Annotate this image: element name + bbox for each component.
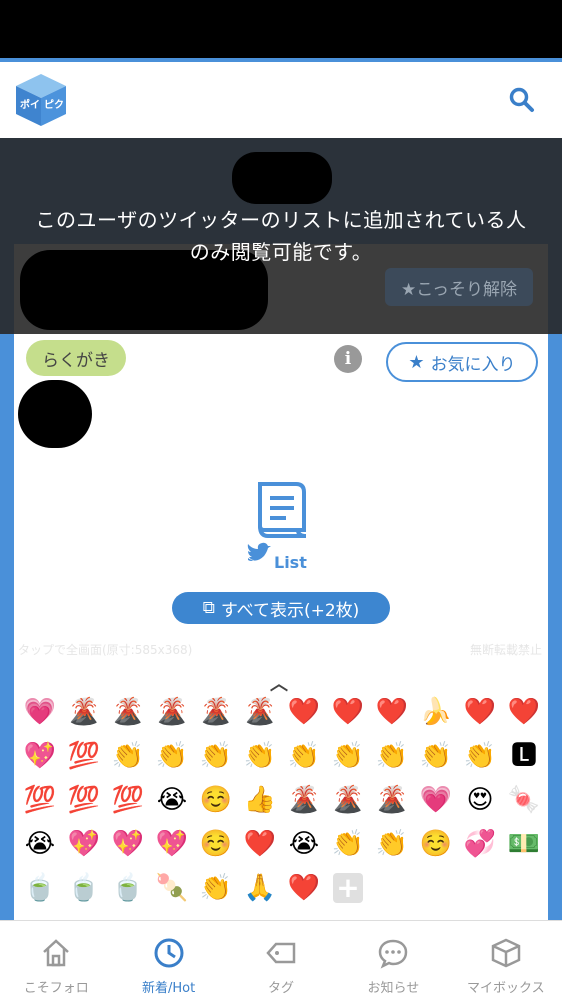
emoji-reaction: 👏 [155,741,189,771]
emoji-reaction: 💯 [23,785,57,815]
emoji-reaction: 💖 [67,829,101,859]
emoji-reaction: ☺️ [199,829,233,859]
chat-icon [379,939,408,969]
emoji-reaction: 🅻 [510,741,537,771]
no-repost-note: 無断転載禁止 [469,643,542,657]
emoji-reaction: 🌋 [199,697,233,727]
emoji-reaction: 💞 [463,829,497,859]
emoji-reaction-grid: 💗 🌋 🌋 🌋 🌋 🌋 ❤️ ❤️ ❤️ 🍌 ❤️ ❤️ 💖 💯 👏 👏 👏 👏 👏 👏 👏 👏 👏 🅻 💯 💯 💯 😭 ☺️ 👍 🌋 🌋 🌋 💗… [18,690,548,910]
svg-text:ポイ: ポイ [20,98,40,111]
emoji-reaction: 😭 [24,829,56,859]
emoji-reaction: 😭 [156,785,188,815]
twitter-list-icon[interactable]: List [246,480,316,575]
emoji-reaction: ☺️ [199,785,233,815]
nav-label: マイボックス [467,981,545,996]
info-icon[interactable]: i [334,345,362,373]
emoji-reaction: ❤️ [507,697,541,727]
emoji-reaction: 👏 [463,741,497,771]
emoji-reaction: 👏 [287,741,321,771]
emoji-reaction: 🌋 [243,697,277,727]
nav-notifications[interactable]: お知らせ [337,921,449,1000]
box-icon [491,938,521,968]
emoji-reaction: ❤️ [287,873,321,903]
emoji-reaction: 💖 [23,741,57,771]
emoji-reaction: 🌋 [155,697,189,727]
redacted-username-top [232,152,332,204]
restriction-message-line1: このユーザのツイッターのリストに追加されている人 [35,208,527,232]
poipiku-logo[interactable]: ポイ ピク [14,72,68,128]
emoji-reaction: 💗 [23,697,57,727]
emoji-reaction: 😭 [288,829,320,859]
show-all-label: すべて表示(+2枚) [220,600,360,621]
home-icon [43,939,70,967]
status-bar-redacted [0,0,562,62]
star-icon: ★ [408,351,425,373]
nav-label: こそフォロ [23,981,89,996]
tap-fullscreen-note: タップで全画面(原寸:585x368) [18,643,193,657]
emoji-reaction: 🍌 [419,697,453,727]
emoji-reaction: 👏 [331,741,365,771]
tag-icon [266,942,296,964]
emoji-reaction: 👏 [375,741,409,771]
emoji-reaction: 🌋 [331,785,365,815]
emoji-reaction: 🍬 [507,785,541,815]
favorite-button-label: お気に入り [430,354,516,375]
restriction-message: このユーザのツイッターのリストに追加されている人 のみ閲覧可能です。 [0,204,562,268]
emoji-reaction: 👍 [243,785,277,815]
nav-mybox[interactable]: マイボックス [450,921,562,1000]
app-header: ポイ ピク [0,62,562,138]
clock-icon [154,938,184,968]
emoji-reaction: 👏 [111,741,145,771]
svg-text:ピク: ピク [44,99,64,111]
emoji-reaction: ❤️ [331,697,365,727]
emoji-reaction: 💖 [111,829,145,859]
emoji-reaction: 💖 [155,829,189,859]
tag-rakugaki[interactable]: らくがき [26,340,126,376]
emoji-reaction: 💯 [111,785,145,815]
emoji-reaction: ❤️ [287,697,321,727]
show-all-button[interactable]: ⧉ すべて表示(+2枚) [172,592,390,624]
emoji-reaction: 💵 [507,829,541,859]
emoji-reaction: 🍵 [67,873,101,903]
emoji-reaction: ❤️ [375,697,409,727]
nav-label: 新着/Hot [142,981,196,996]
copy-icon: ⧉ [202,598,215,618]
emoji-reaction: 🌋 [375,785,409,815]
emoji-reaction: 👏 [375,829,409,859]
emoji-reaction: 🍡 [155,873,189,903]
sneak-unfollow-button[interactable]: ★こっそり解除 [385,268,533,306]
emoji-reaction: 🌋 [287,785,321,815]
emoji-reaction: 🙏 [243,873,277,903]
add-reaction-icon[interactable]: + [333,873,363,903]
emoji-reaction: 👏 [243,741,277,771]
redacted-description [18,380,92,448]
emoji-reaction: 👏 [331,829,365,859]
emoji-reaction: 👏 [199,741,233,771]
nav-kosofollow[interactable]: こそフォロ [0,921,112,1000]
emoji-reaction: ❤️ [463,697,497,727]
favorite-button[interactable]: ★ お気に入り [386,342,538,382]
emoji-reaction: ❤️ [243,829,277,859]
nav-new-hot[interactable]: 新着/Hot [112,921,224,1000]
restriction-message-line2: のみ閲覧可能です。 [189,240,373,264]
emoji-reaction: 👏 [419,741,453,771]
emoji-reaction: 🍵 [23,873,57,903]
nav-label: タグ [268,981,295,996]
emoji-reaction: 🍵 [111,873,145,903]
emoji-reaction: 💯 [67,785,101,815]
emoji-reaction: 🌋 [67,697,101,727]
nav-label: お知らせ [367,981,420,996]
emoji-reaction: 💯 [67,741,101,771]
emoji-reaction: 😍 [466,785,494,815]
emoji-reaction: 🌋 [111,697,145,727]
emoji-reaction: 👏 [199,873,233,903]
emoji-reaction: 💗 [419,785,453,815]
emoji-reaction: ☺️ [419,829,453,859]
bottom-nav: こそフォロ 新着/Hot タグ お知らせ マイボックス [0,920,562,1000]
nav-tag[interactable]: タグ [225,921,337,1000]
search-icon[interactable] [508,86,536,114]
list-label: List [274,553,307,572]
